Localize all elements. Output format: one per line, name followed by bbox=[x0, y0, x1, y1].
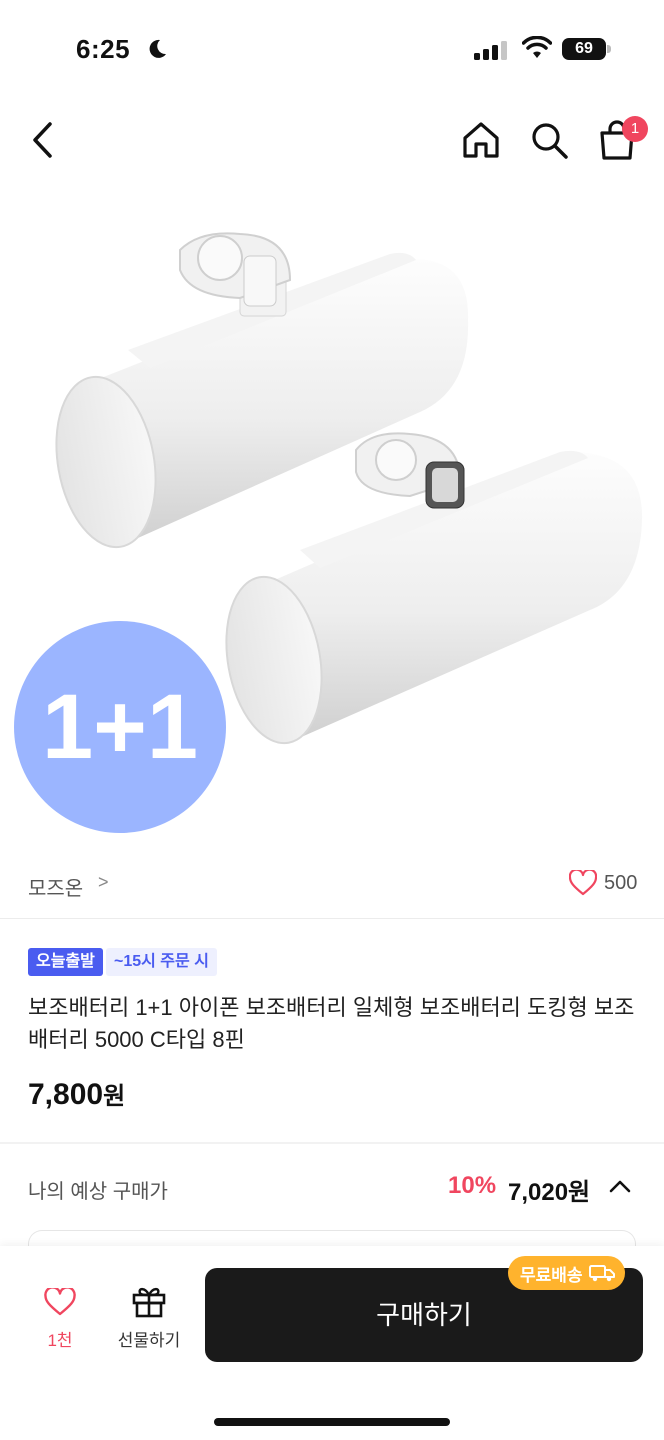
home-indicator bbox=[214, 1418, 450, 1426]
gift-label: 선물하기 bbox=[117, 1331, 181, 1350]
search-icon bbox=[532, 123, 568, 159]
home-button[interactable] bbox=[458, 116, 504, 164]
product-price: 7,800원 bbox=[28, 1076, 125, 1112]
search-button[interactable] bbox=[526, 116, 572, 164]
product-image[interactable]: 1+1 bbox=[0, 190, 664, 850]
expected-price-value: 7,020원 bbox=[508, 1179, 591, 1206]
power-bank-usb-c bbox=[225, 432, 643, 745]
battery-tip bbox=[607, 45, 611, 53]
discount-rate: 10% bbox=[448, 1172, 497, 1199]
brand-chevron-icon: > bbox=[98, 872, 109, 892]
gift-button[interactable] bbox=[112, 1284, 186, 1318]
wish-count: 1천 bbox=[47, 1331, 73, 1350]
price-unit: 원 bbox=[103, 1083, 126, 1110]
order-cutoff-badge: ~15시 주문 시 bbox=[106, 948, 217, 976]
signal-icon bbox=[474, 41, 507, 60]
like-count: 500 bbox=[604, 872, 638, 894]
battery-indicator: 69 bbox=[562, 38, 606, 60]
price-value: 7,800 bbox=[28, 1078, 104, 1111]
gift-icon bbox=[132, 1287, 166, 1318]
divider bbox=[0, 918, 664, 919]
chevron-up-icon[interactable] bbox=[608, 1176, 632, 1196]
moon-icon bbox=[149, 39, 166, 58]
wifi-icon bbox=[522, 36, 552, 58]
status-time: 6:25 bbox=[76, 34, 131, 64]
truck-icon bbox=[588, 1265, 615, 1282]
wish-button[interactable] bbox=[30, 1288, 90, 1316]
today-shipping-badge: 오늘출발 bbox=[28, 948, 103, 976]
back-button[interactable] bbox=[22, 116, 62, 164]
heart-icon bbox=[44, 1288, 76, 1316]
home-icon bbox=[463, 122, 499, 158]
power-bank-lightning bbox=[55, 232, 469, 549]
expected-price-label: 나의 예상 구매가 bbox=[28, 1181, 168, 1203]
free-shipping-badge: 무료배송 bbox=[508, 1256, 625, 1290]
brand-name[interactable]: 모즈온 bbox=[28, 872, 83, 901]
chevron-left-icon bbox=[33, 122, 52, 158]
cart-count-badge: 1 bbox=[622, 116, 648, 142]
free-shipping-label: 무료배송 bbox=[520, 1265, 583, 1285]
heart-icon bbox=[569, 870, 597, 896]
like-button[interactable] bbox=[568, 868, 598, 898]
product-title: 보조배터리 1+1 아이폰 보조배터리 일체형 보조배터리 도킹형 보조배터리 … bbox=[28, 995, 635, 1052]
promo-text: 1+1 bbox=[41, 676, 199, 778]
section-divider bbox=[0, 1142, 664, 1144]
